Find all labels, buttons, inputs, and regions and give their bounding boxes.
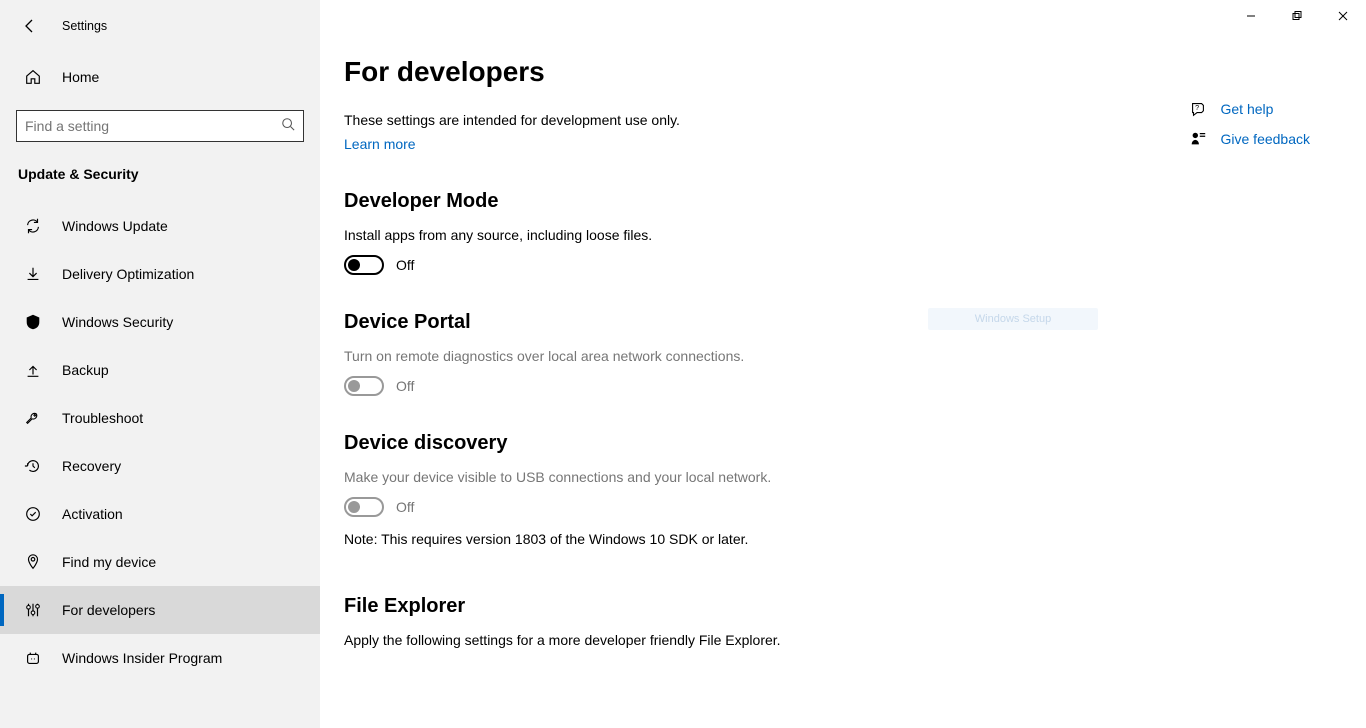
sliders-icon (24, 601, 42, 619)
sidebar-nav: Windows Update Delivery Optimization Win… (0, 202, 320, 682)
home-label: Home (62, 69, 99, 85)
section-device-discovery: Device discovery Make your device visibl… (344, 432, 1044, 547)
sidebar-item-recovery[interactable]: Recovery (0, 442, 320, 490)
sidebar-item-delivery-optimization[interactable]: Delivery Optimization (0, 250, 320, 298)
insider-icon (24, 649, 42, 667)
sync-icon (24, 217, 42, 235)
device-portal-toggle (344, 376, 384, 396)
section-description: Turn on remote diagnostics over local ar… (344, 348, 1044, 364)
sidebar-item-backup[interactable]: Backup (0, 346, 320, 394)
shield-icon (24, 313, 42, 331)
search-icon (281, 117, 295, 136)
page-title: For developers (344, 56, 1326, 88)
developer-mode-toggle[interactable] (344, 255, 384, 275)
sidebar-item-label: Troubleshoot (62, 410, 143, 426)
sidebar-item-windows-update[interactable]: Windows Update (0, 202, 320, 250)
wrench-icon (24, 409, 42, 427)
device-discovery-toggle (344, 497, 384, 517)
download-icon (24, 265, 42, 283)
toggle-state: Off (396, 257, 414, 273)
feedback-icon (1189, 130, 1207, 148)
location-icon (24, 553, 42, 571)
home-icon (24, 68, 42, 86)
sidebar-item-label: For developers (62, 602, 155, 618)
sidebar-item-label: Recovery (62, 458, 121, 474)
section-description: Make your device visible to USB connecti… (344, 469, 1044, 485)
search-box[interactable] (16, 110, 304, 142)
section-file-explorer: File Explorer Apply the following settin… (344, 595, 1044, 648)
back-button[interactable] (20, 16, 40, 36)
sidebar-item-label: Find my device (62, 554, 156, 570)
sidebar-item-label: Delivery Optimization (62, 266, 194, 282)
window-controls (1228, 0, 1366, 32)
give-feedback-link[interactable]: Give feedback (1189, 130, 1311, 148)
help-icon: ? (1189, 100, 1207, 118)
sidebar-header: Settings (0, 8, 320, 44)
rail-label: Get help (1221, 101, 1274, 117)
minimize-button[interactable] (1228, 0, 1274, 32)
sidebar-item-troubleshoot[interactable]: Troubleshoot (0, 394, 320, 442)
ghost-overlay: Windows Setup (928, 308, 1098, 330)
check-circle-icon (24, 505, 42, 523)
upload-icon (24, 361, 42, 379)
ghost-label: Windows Setup (975, 313, 1051, 325)
intro-text: These settings are intended for developm… (344, 112, 1326, 128)
learn-more-link[interactable]: Learn more (344, 136, 416, 152)
sidebar-item-label: Windows Update (62, 218, 168, 234)
sdk-note: Note: This requires version 1803 of the … (344, 531, 1044, 547)
sidebar-item-label: Windows Security (62, 314, 173, 330)
section-developer-mode: Developer Mode Install apps from any sou… (344, 190, 1044, 275)
section-description: Install apps from any source, including … (344, 227, 1044, 243)
rail-label: Give feedback (1221, 131, 1311, 147)
svg-text:?: ? (1195, 103, 1199, 112)
sidebar-item-activation[interactable]: Activation (0, 490, 320, 538)
sidebar-item-windows-insider[interactable]: Windows Insider Program (0, 634, 320, 682)
toggle-state: Off (396, 378, 414, 394)
sidebar-item-label: Windows Insider Program (62, 650, 222, 666)
section-heading: Developer Mode (344, 190, 1044, 213)
sidebar-item-for-developers[interactable]: For developers (0, 586, 320, 634)
search-input[interactable] (25, 118, 281, 134)
sidebar-item-label: Activation (62, 506, 123, 522)
sidebar-item-label: Backup (62, 362, 109, 378)
right-rail: ? Get help Give feedback (1189, 100, 1311, 148)
section-description: Apply the following settings for a more … (344, 632, 1044, 648)
sidebar-item-find-my-device[interactable]: Find my device (0, 538, 320, 586)
sidebar-item-windows-security[interactable]: Windows Security (0, 298, 320, 346)
main-content: For developers These settings are intend… (320, 0, 1366, 728)
sidebar: Settings Home Update & Security Windows … (0, 0, 320, 728)
arrow-left-icon (22, 18, 38, 34)
section-heading: File Explorer (344, 595, 1044, 618)
app-title: Settings (62, 19, 107, 33)
maximize-button[interactable] (1274, 0, 1320, 32)
history-icon (24, 457, 42, 475)
sidebar-item-home[interactable]: Home (16, 54, 304, 100)
sidebar-category: Update & Security (16, 142, 304, 196)
toggle-state: Off (396, 499, 414, 515)
close-button[interactable] (1320, 0, 1366, 32)
get-help-link[interactable]: ? Get help (1189, 100, 1311, 118)
section-heading: Device discovery (344, 432, 1044, 455)
